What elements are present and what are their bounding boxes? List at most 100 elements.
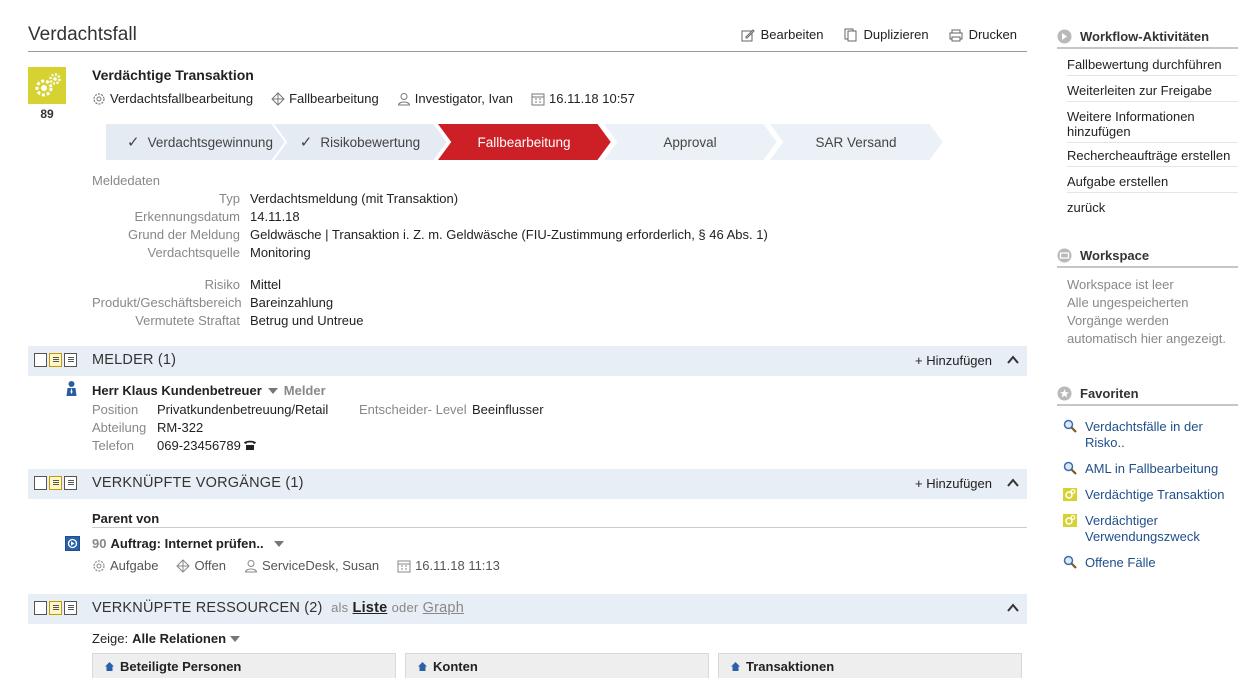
detail-value: Betrug und Untreue — [250, 313, 364, 328]
relation-filter[interactable]: Zeige: Alle Relationen — [92, 631, 241, 646]
resource-column-title: Transaktionen — [731, 659, 834, 674]
show-label: Zeige: — [92, 631, 129, 646]
duplicate-label: Duplizieren — [863, 27, 929, 42]
progress-step[interactable]: SAR Versand — [768, 123, 944, 161]
view-plain-icon[interactable] — [34, 601, 47, 615]
detail-row: Erkennungsdatum 14.11.18 — [92, 208, 768, 226]
duplicate-button[interactable]: Duplizieren — [844, 27, 929, 42]
detail-row: Produkt/Geschäftsbereich Bareinzahlung — [92, 294, 363, 312]
detail-value: Verdachtsmeldung (mit Transaktion) — [250, 191, 459, 206]
melder-add-button[interactable]: + Hinzufügen — [915, 353, 992, 368]
case-assignee: Investigator, Ivan — [397, 91, 513, 106]
case-type-label: Verdachtsfallbearbeitung — [110, 91, 254, 106]
column-title-accounts: Konten — [433, 659, 478, 674]
workflow-item[interactable]: Weiterleiten zur Freigabe — [1067, 79, 1238, 102]
resource-column-persons[interactable]: Beteiligte Personen — [92, 653, 396, 678]
progress-step-label: Risikobewertung — [320, 134, 421, 150]
workflow-item[interactable]: zurück — [1067, 196, 1238, 218]
favorite-item[interactable]: Verdächtige Transaktion — [1063, 487, 1238, 505]
details-list-1: Typ Verdachtsmeldung (mit Transaktion) Erk… — [92, 190, 768, 262]
detail-value: 14.11.18 — [250, 209, 300, 224]
resource-column-accounts[interactable]: Konten — [405, 653, 709, 678]
gear-icon — [93, 92, 105, 105]
detail-key: Erkennungsdatum — [134, 209, 240, 224]
list-view-link[interactable]: Liste — [353, 600, 388, 616]
progress-step[interactable]: Approval — [602, 123, 778, 161]
case-title: Verdächtige Transaktion — [92, 67, 254, 83]
show-value: Alle Relationen — [132, 631, 227, 646]
linked-add-label: Hinzufügen — [926, 476, 992, 491]
level-value: Beeinflusser — [472, 402, 544, 417]
home-icon — [105, 662, 114, 671]
case-phase: Fallbearbeitung — [271, 91, 379, 106]
position-label: Position — [92, 402, 139, 417]
view-card-icon[interactable] — [49, 476, 62, 490]
task-assignee-label: ServiceDesk, Susan — [262, 558, 380, 573]
workspace-title: Workspace — [1080, 247, 1150, 263]
case-date-label: 16.11.18 10:57 — [549, 91, 635, 106]
detail-key: Typ — [219, 191, 240, 206]
graph-view-link[interactable]: Graph — [423, 600, 464, 616]
melder-level-row: Entscheider- Level Beeinflusser — [359, 401, 544, 419]
gears-icon — [35, 73, 61, 97]
view-list-icon[interactable] — [64, 601, 77, 615]
view-card-icon[interactable] — [49, 353, 62, 367]
melder-section-header: MELDER (1) + Hinzufügen — [28, 346, 1027, 376]
chevron-up-icon[interactable] — [1007, 603, 1019, 612]
page-title: Verdachtsfall — [28, 24, 137, 45]
task-status-label: Offen — [194, 558, 226, 573]
progress-step[interactable]: ✓ Risikobewertung — [272, 123, 448, 161]
progress-step-content: Approval — [663, 135, 716, 150]
favorite-label: Verdächtiger Verwendungszweck — [1085, 513, 1200, 544]
workflow-item[interactable]: Aufgabe erstellen — [1067, 170, 1238, 193]
person-icon — [66, 381, 77, 396]
favorite-item[interactable]: Verdachtsfälle in der Risko.. — [1063, 419, 1238, 451]
detail-key: Produkt/Geschäftsbereich — [92, 295, 242, 310]
print-label: Drucken — [968, 27, 1017, 42]
favorite-label: Verdächtige Transaktion — [1085, 487, 1225, 502]
resource-column-transactions[interactable]: Transaktionen — [718, 653, 1022, 678]
chevron-down-icon[interactable] — [230, 635, 241, 642]
favorites-header: Favoriten — [1057, 382, 1238, 406]
workspace-note: Alle ungespeicherten Vorgänge werden aut… — [1067, 295, 1226, 346]
detail-value: Mittel — [250, 277, 282, 292]
favorites-title: Favoriten — [1080, 385, 1139, 401]
checkmark-icon: ✓ — [127, 134, 140, 151]
task-icon — [65, 536, 80, 551]
linked-add-button[interactable]: + Hinzufügen — [915, 476, 992, 491]
view-card-icon[interactable] — [49, 601, 62, 615]
workflow-item[interactable]: Rechercheaufträge erstellen — [1067, 144, 1238, 167]
view-plain-icon[interactable] — [34, 353, 47, 367]
user-icon — [244, 559, 258, 572]
workspace-icon — [1057, 248, 1072, 262]
favorite-item[interactable]: AML in Fallbearbeitung — [1063, 461, 1238, 479]
task-assignee: ServiceDesk, Susan — [244, 558, 379, 573]
print-button[interactable]: Drucken — [949, 27, 1017, 42]
progress-step[interactable]: ✓ Verdachtsgewinnung — [105, 123, 295, 161]
workflow-item[interactable]: Weitere Informationen hinzufügen — [1067, 105, 1238, 143]
view-plain-icon[interactable] — [34, 476, 47, 490]
favorite-item[interactable]: Verdächtiger Verwendungszweck — [1063, 513, 1238, 545]
task-meta: Aufgabe Offen ServiceDesk, Susan 16.11.1… — [92, 558, 500, 573]
workflow-icon — [1057, 29, 1072, 43]
case-assignee-label: Investigator, Ivan — [414, 91, 514, 106]
task-date: 16.11.18 11:13 — [397, 558, 500, 573]
department-label: Abteilung — [92, 420, 147, 435]
progress-step[interactable]: Fallbearbeitung — [436, 123, 612, 161]
phone-icon[interactable] — [244, 440, 257, 450]
detail-value: Geldwäsche | Transaktion i. Z. m. Geldwä… — [250, 227, 768, 242]
chevron-up-icon[interactable] — [1007, 478, 1019, 487]
chevron-down-icon[interactable] — [273, 540, 284, 547]
linked-task[interactable]: 90 Auftrag: Internet prüfen.. — [92, 536, 284, 551]
chevron-down-icon[interactable] — [267, 387, 278, 394]
search-icon — [1063, 461, 1079, 479]
melder-section-title: MELDER (1) — [92, 352, 177, 368]
view-list-icon[interactable] — [64, 353, 77, 367]
department-value: RM-322 — [157, 420, 204, 435]
melder-person[interactable]: Herr Klaus Kundenbetreuer Melder — [92, 383, 326, 398]
favorite-item[interactable]: Offene Fälle — [1063, 555, 1238, 573]
chevron-up-icon[interactable] — [1007, 355, 1019, 364]
workflow-item[interactable]: Fallbewertung durchführen — [1067, 53, 1238, 76]
view-list-icon[interactable] — [64, 476, 77, 490]
edit-button[interactable]: Bearbeiten — [741, 27, 824, 42]
